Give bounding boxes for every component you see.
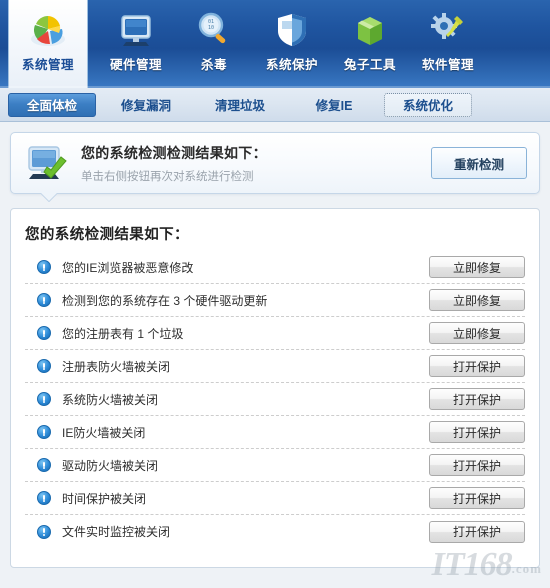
tab-bar: 全面体检 修复漏洞 清理垃圾 修复IE 系统优化: [0, 88, 550, 122]
toolbar-item-system-protection[interactable]: 系统保护: [253, 0, 331, 88]
monitor-icon: [114, 9, 158, 51]
table-row: 您的IE浏览器被恶意修改 立即修复: [25, 251, 525, 284]
tab-label: 清理垃圾: [214, 99, 265, 113]
enable-protection-button[interactable]: 打开保护: [429, 388, 525, 410]
enable-protection-button[interactable]: 打开保护: [429, 487, 525, 509]
enable-protection-button[interactable]: 打开保护: [429, 355, 525, 377]
enable-protection-button[interactable]: 打开保护: [429, 454, 525, 476]
table-row: 系统防火墙被关闭 打开保护: [25, 383, 525, 416]
table-row: 文件实时监控被关闭 打开保护: [25, 515, 525, 548]
enable-protection-button[interactable]: 打开保护: [429, 421, 525, 443]
toolbar-item-system-management[interactable]: 系统管理: [8, 0, 88, 88]
result-row-text: 时间保护被关闭: [62, 491, 147, 506]
toolbar-item-label: 系统管理: [21, 58, 74, 72]
notice-tail-decoration: [41, 193, 57, 202]
tab-clean-junk[interactable]: 清理垃圾: [196, 93, 284, 117]
table-row: 时间保护被关闭 打开保护: [25, 482, 525, 515]
app-toolbar: 系统管理 硬件管理 01 10 杀毒 系统保护 兔子工具 软件管理: [0, 0, 550, 88]
info-exclamation-icon: [37, 293, 51, 307]
results-panel: 您的系统检测结果如下： 您的IE浏览器被恶意修改 立即修复 检测到您的系统存在 …: [10, 208, 540, 568]
info-exclamation-icon: [37, 491, 51, 505]
notice-subtitle: 单击右侧按钮再次对系统进行检测: [81, 170, 254, 183]
tab-repair-ie[interactable]: 修复IE: [290, 93, 378, 117]
scan-notice-panel: 您的系统检测检测结果如下： 单击右侧按钮再次对系统进行检测 重新检测: [10, 132, 540, 194]
tab-label: 修复IE: [315, 99, 353, 113]
toolbar-item-rabbit-tools[interactable]: 兔子工具: [331, 0, 409, 88]
tab-fix-vulnerabilities[interactable]: 修复漏洞: [102, 93, 190, 117]
result-row-text: 系统防火墙被关闭: [62, 392, 159, 407]
result-row-text: IE防火墙被关闭: [62, 425, 146, 440]
tab-system-optimize[interactable]: 系统优化: [384, 92, 472, 117]
toolbar-item-label: 硬件管理: [109, 58, 162, 72]
toolbar-item-software-management[interactable]: 软件管理: [409, 0, 487, 88]
info-exclamation-icon: [37, 260, 51, 274]
tab-label: 全面体检: [26, 99, 77, 113]
tab-label: 修复漏洞: [120, 99, 171, 113]
results-heading: 您的系统检测结果如下：: [25, 227, 189, 243]
monitor-check-icon: [25, 143, 71, 183]
table-row: 注册表防火墙被关闭 打开保护: [25, 350, 525, 383]
table-row: 检测到您的系统存在 3 个硬件驱动更新 立即修复: [25, 284, 525, 317]
tab-full-checkup[interactable]: 全面体检: [8, 92, 96, 117]
fix-now-button[interactable]: 立即修复: [429, 322, 525, 344]
result-row-text: 您的注册表有 1 个垃圾: [62, 326, 184, 341]
gear-wrench-icon: [426, 9, 470, 51]
magnifier-icon: 01 10: [192, 9, 236, 51]
table-row: 驱动防火墙被关闭 打开保护: [25, 449, 525, 482]
toolbar-item-hardware-management[interactable]: 硬件管理: [97, 0, 175, 88]
rescan-button[interactable]: 重新检测: [431, 147, 527, 179]
pie-chart-icon: [26, 9, 70, 51]
main-content: 您的系统检测检测结果如下： 单击右侧按钮再次对系统进行检测 重新检测 您的系统检…: [0, 122, 550, 568]
info-exclamation-icon: [37, 326, 51, 340]
result-row-text: 文件实时监控被关闭: [62, 525, 171, 539]
toolbar-item-label: 杀毒: [200, 58, 227, 72]
fix-now-button[interactable]: 立即修复: [429, 256, 525, 278]
toolbar-item-label: 系统保护: [265, 58, 318, 72]
info-exclamation-icon: [37, 359, 51, 373]
result-row-text: 驱动防火墙被关闭: [62, 458, 159, 473]
enable-protection-button[interactable]: 打开保护: [429, 520, 525, 543]
toolbar-item-label: 软件管理: [421, 58, 474, 72]
table-row: IE防火墙被关闭 打开保护: [25, 416, 525, 449]
toolbar-item-antivirus[interactable]: 01 10 杀毒: [175, 0, 253, 88]
table-row: 您的注册表有 1 个垃圾 立即修复: [25, 317, 525, 350]
info-exclamation-icon: [37, 392, 51, 406]
toolbar-item-label: 兔子工具: [343, 58, 396, 72]
fix-now-button[interactable]: 立即修复: [429, 289, 525, 311]
shield-icon: [270, 9, 314, 51]
info-exclamation-icon: [37, 524, 51, 539]
notice-text-block: 您的系统检测检测结果如下： 单击右侧按钮再次对系统进行检测: [71, 143, 431, 184]
green-box-icon: [348, 9, 392, 51]
result-row-text: 注册表防火墙被关闭: [62, 359, 171, 374]
svg-text:10: 10: [208, 25, 214, 31]
result-row-text: 您的IE浏览器被恶意修改: [62, 260, 194, 275]
info-exclamation-icon: [37, 425, 51, 439]
info-exclamation-icon: [37, 458, 51, 472]
tab-label: 系统优化: [402, 99, 453, 113]
result-row-text: 检测到您的系统存在 3 个硬件驱动更新: [62, 293, 268, 308]
notice-title: 您的系统检测检测结果如下：: [81, 144, 267, 161]
